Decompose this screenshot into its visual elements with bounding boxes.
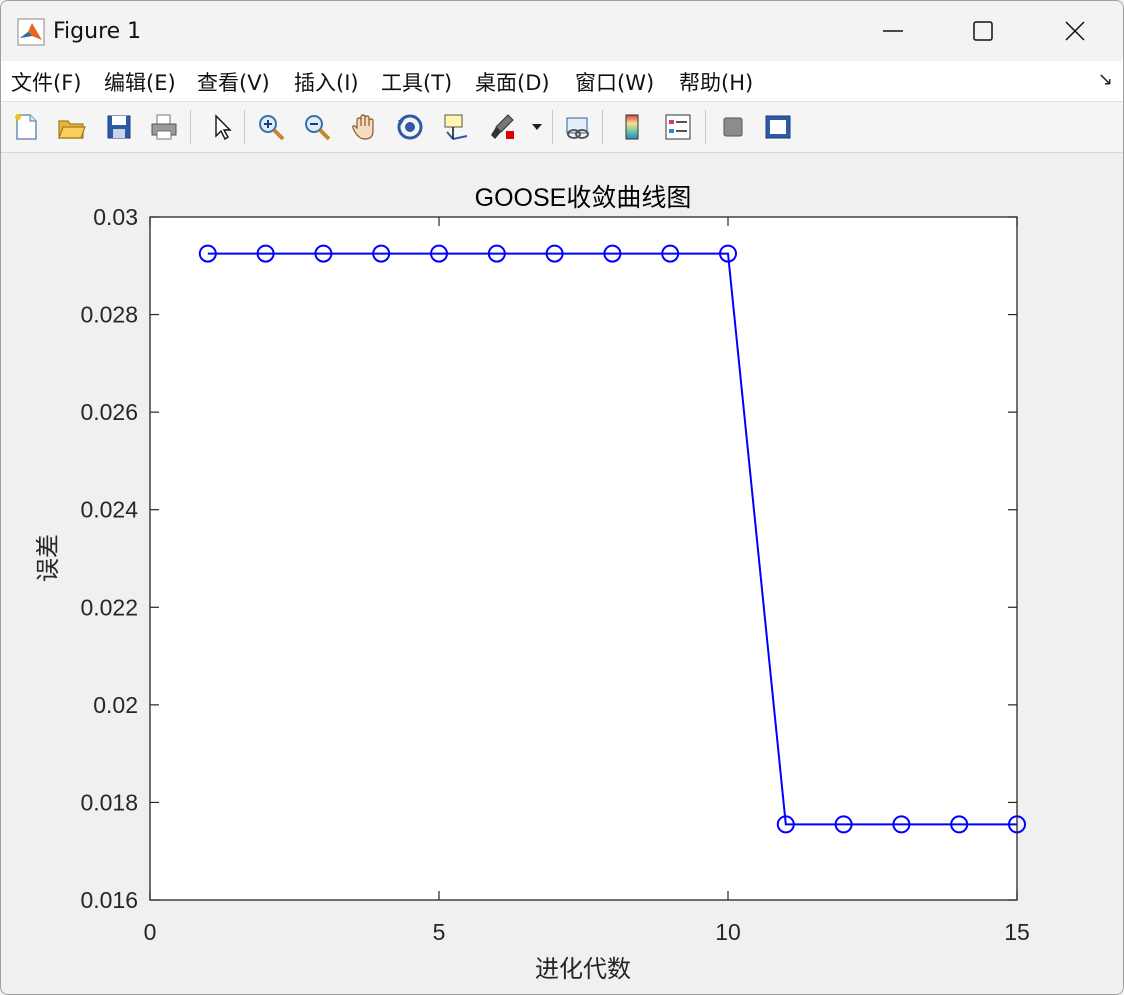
window-title: Figure 1 xyxy=(53,19,142,44)
close-icon xyxy=(1065,21,1085,41)
title-bar: Figure 1 xyxy=(1,1,1123,61)
y-axis-label: 误差 xyxy=(35,534,62,582)
data-cursor-button[interactable] xyxy=(438,109,474,145)
maximize-icon xyxy=(973,21,993,41)
y-tick-label: 0.022 xyxy=(80,594,138,620)
x-axis-label: 进化代数 xyxy=(535,956,631,983)
maximize-button[interactable] xyxy=(937,1,1029,61)
y-tick-label: 0.028 xyxy=(80,302,138,328)
save-icon xyxy=(107,115,131,139)
dock-arrow-icon[interactable]: ↘ xyxy=(1098,69,1113,90)
print-button[interactable] xyxy=(146,109,182,145)
menu-tools[interactable]: 工具(T) xyxy=(381,67,452,97)
toolbar-separator xyxy=(705,110,706,144)
matlab-logo-icon xyxy=(17,18,45,46)
x-tick-label: 10 xyxy=(715,919,741,945)
x-tick-label: 15 xyxy=(1004,919,1030,945)
y-tick-label: 0.016 xyxy=(80,887,138,913)
new-figure-icon xyxy=(15,114,37,140)
insert-colorbar-button[interactable] xyxy=(614,109,650,145)
show-plot-tools-icon xyxy=(765,115,791,139)
y-tick-label: 0.03 xyxy=(93,204,138,230)
menu-insert[interactable]: 插入(I) xyxy=(294,67,359,97)
colorbar-icon xyxy=(625,114,639,140)
menu-bar: 文件(F) 编辑(E) 查看(V) 插入(I) 工具(T) 桌面(D) 窗口(W… xyxy=(1,61,1123,102)
print-icon xyxy=(151,114,177,140)
menu-file[interactable]: 文件(F) xyxy=(11,67,81,97)
menu-view[interactable]: 查看(V) xyxy=(197,67,270,97)
y-tick-label: 0.02 xyxy=(93,692,138,718)
pan-icon xyxy=(352,114,374,140)
toolbar-separator xyxy=(190,110,191,144)
figure-window: Figure 1 文件(F) 编辑(E) 查看(V) 插入(I) 工具(T) 桌… xyxy=(0,0,1124,995)
axes-background xyxy=(150,217,1017,900)
data-cursor-icon xyxy=(444,114,468,140)
zoom-in-icon xyxy=(259,115,285,141)
edit-plot-button[interactable] xyxy=(203,109,239,145)
chevron-down-icon xyxy=(532,124,542,130)
toolbar-separator xyxy=(244,110,245,144)
brush-button[interactable] xyxy=(485,109,521,145)
link-plot-button[interactable] xyxy=(560,109,596,145)
menu-help[interactable]: 帮助(H) xyxy=(679,67,753,97)
figure-canvas: 0 5 10 15 0.016 0.018 0.02 0.022 0.024 0.026 0.028… xyxy=(1,153,1123,994)
show-plot-tools-button[interactable] xyxy=(760,109,796,145)
minimize-icon xyxy=(883,30,903,32)
zoom-out-icon xyxy=(305,115,331,141)
menu-window[interactable]: 窗口(W) xyxy=(575,67,654,97)
rotate-3d-button[interactable] xyxy=(392,109,428,145)
x-tick-label: 0 xyxy=(144,919,157,945)
legend-icon xyxy=(665,114,691,140)
new-figure-button[interactable] xyxy=(8,109,44,145)
toolbar-separator xyxy=(602,110,603,144)
minimize-button[interactable] xyxy=(847,1,939,61)
y-tick-label: 0.018 xyxy=(80,789,138,815)
toolbar-separator xyxy=(552,110,553,144)
menu-edit[interactable]: 编辑(E) xyxy=(104,67,176,97)
hide-plot-tools-button[interactable] xyxy=(715,109,751,145)
brush-dropdown-button[interactable] xyxy=(527,109,547,145)
brush-icon xyxy=(491,114,514,139)
link-plot-icon xyxy=(566,117,589,139)
open-file-button[interactable] xyxy=(53,109,89,145)
zoom-out-button[interactable] xyxy=(299,109,335,145)
save-button[interactable] xyxy=(101,109,137,145)
pan-button[interactable] xyxy=(346,109,382,145)
x-tick-label: 5 xyxy=(433,919,446,945)
hide-plot-tools-icon xyxy=(723,117,743,137)
pointer-icon xyxy=(215,114,232,141)
figure-toolbar xyxy=(1,102,1123,153)
y-tick-label: 0.026 xyxy=(80,399,138,425)
plot-svg: 0 5 10 15 0.016 0.018 0.02 0.022 0.024 0.026 0.028… xyxy=(35,184,1030,983)
chart-title: GOOSE收敛曲线图 xyxy=(475,184,692,212)
y-tick-label: 0.024 xyxy=(80,497,138,523)
menu-desktop[interactable]: 桌面(D) xyxy=(475,67,550,97)
close-button[interactable] xyxy=(1029,1,1121,61)
zoom-in-button[interactable] xyxy=(253,109,289,145)
rotate-3d-icon xyxy=(397,114,423,140)
open-file-icon xyxy=(58,120,86,139)
insert-legend-button[interactable] xyxy=(660,109,696,145)
